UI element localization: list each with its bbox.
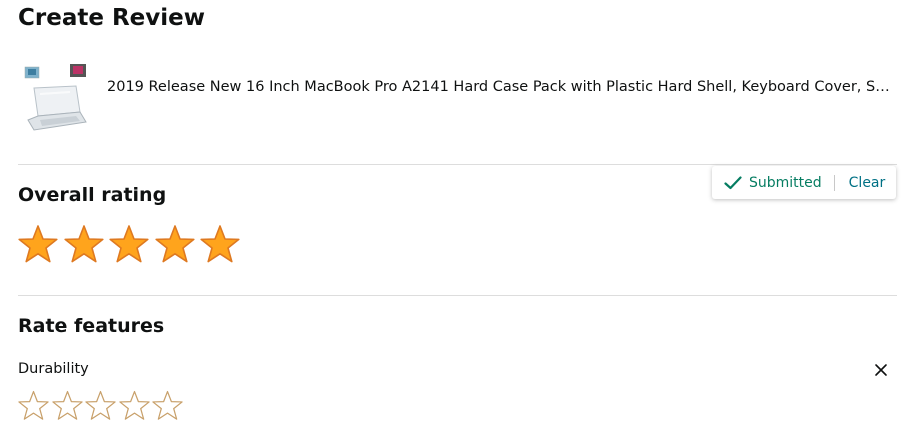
clear-rating-link[interactable]: Clear — [849, 175, 886, 191]
star-empty-icon[interactable] — [85, 390, 116, 421]
rate-features-heading: Rate features — [18, 315, 165, 337]
star-empty-icon[interactable] — [152, 390, 183, 421]
star-filled-icon[interactable] — [109, 224, 149, 264]
star-empty-icon[interactable] — [51, 390, 83, 421]
submitted-status: Submitted — [749, 174, 822, 191]
star-empty-icon[interactable] — [118, 390, 150, 421]
star-filled-icon[interactable] — [154, 224, 195, 264]
page-title: Create Review — [18, 5, 205, 31]
star-filled-icon[interactable] — [18, 224, 58, 264]
feature-label-durability: Durability — [18, 361, 89, 377]
status-separator — [833, 174, 835, 191]
durability-star-rating[interactable] — [18, 390, 186, 421]
overall-rating-heading: Overall rating — [18, 184, 167, 206]
rating-status-box: Submitted Clear — [712, 166, 896, 199]
divider — [18, 164, 897, 165]
star-filled-icon[interactable] — [200, 224, 240, 264]
star-empty-icon[interactable] — [18, 390, 49, 421]
product-thumbnail — [20, 60, 90, 140]
product-title[interactable]: 2019 Release New 16 Inch MacBook Pro A21… — [107, 79, 897, 95]
star-filled-icon[interactable] — [63, 224, 104, 264]
overall-star-rating[interactable] — [18, 224, 246, 264]
divider — [18, 295, 897, 296]
checkmark-icon — [724, 175, 742, 190]
close-icon[interactable] — [873, 362, 889, 378]
